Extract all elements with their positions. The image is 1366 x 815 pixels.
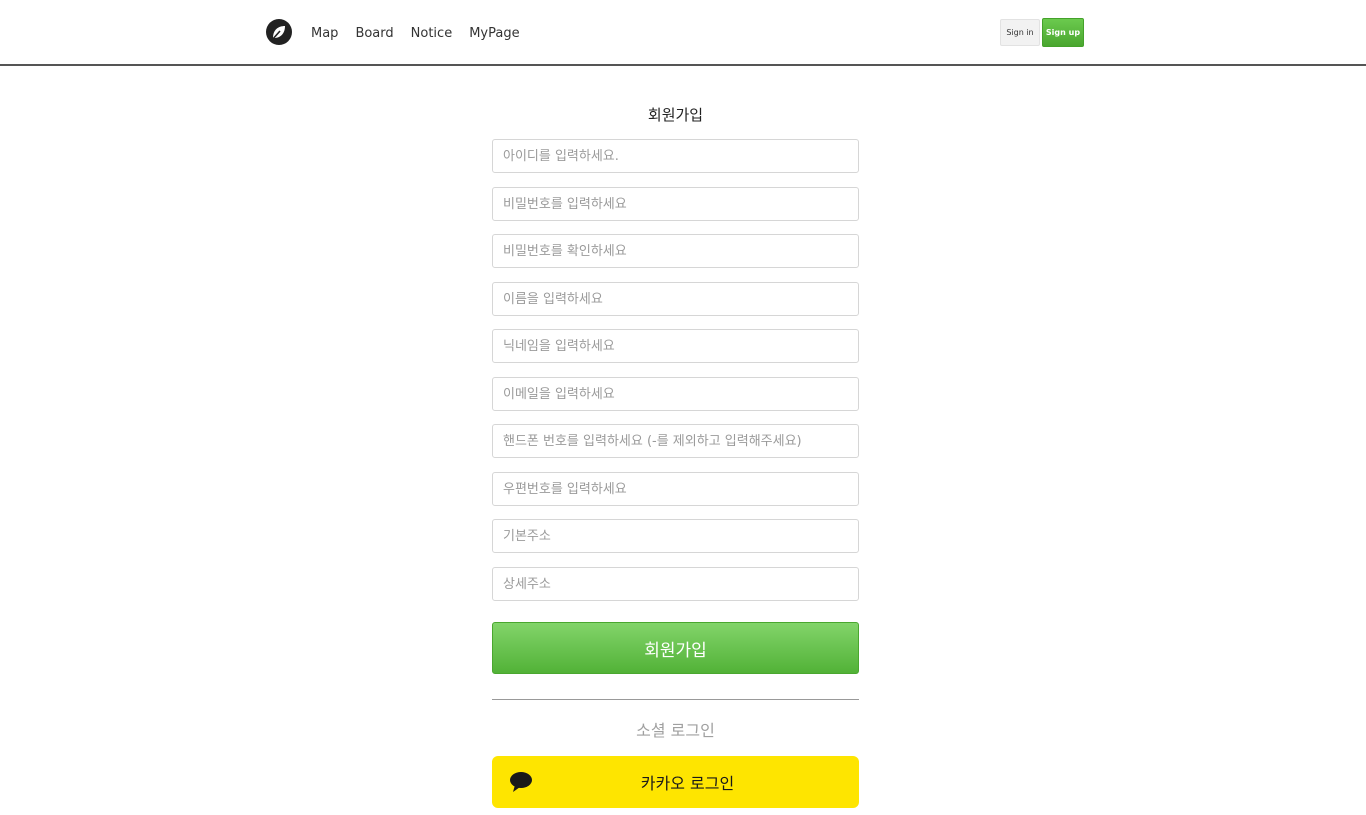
base-address-field[interactable]: [492, 519, 859, 553]
nickname-field[interactable]: [492, 329, 859, 363]
nav-links: Map Board Notice MyPage: [311, 26, 537, 41]
kakao-login-label: 카카오 로그인: [640, 774, 735, 793]
top-navbar: Map Board Notice MyPage Sign in Sign up: [0, 0, 1366, 66]
detail-address-field[interactable]: [492, 567, 859, 601]
nav-link-map[interactable]: Map: [311, 26, 338, 41]
form-title: 회원가입: [647, 106, 704, 124]
password-confirm-field[interactable]: [492, 234, 859, 268]
user-id-field[interactable]: [492, 139, 859, 173]
name-field[interactable]: [492, 282, 859, 316]
social-login-title: 소셜 로그인: [636, 721, 715, 740]
nav-link-mypage[interactable]: MyPage: [469, 26, 519, 41]
nav-link-board[interactable]: Board: [355, 26, 393, 41]
sign-up-button[interactable]: Sign up: [1042, 18, 1084, 47]
divider: [492, 699, 859, 700]
signup-submit-button[interactable]: 회원가입: [492, 622, 859, 674]
email-field[interactable]: [492, 377, 859, 411]
phone-field[interactable]: [492, 424, 859, 458]
postal-code-field[interactable]: [492, 472, 859, 506]
leaf-logo-icon[interactable]: [266, 19, 292, 45]
nav-link-notice[interactable]: Notice: [411, 26, 453, 41]
kakao-login-button[interactable]: 카카오 로그인: [492, 756, 859, 808]
password-field[interactable]: [492, 187, 859, 221]
sign-in-button[interactable]: Sign in: [1000, 19, 1040, 46]
